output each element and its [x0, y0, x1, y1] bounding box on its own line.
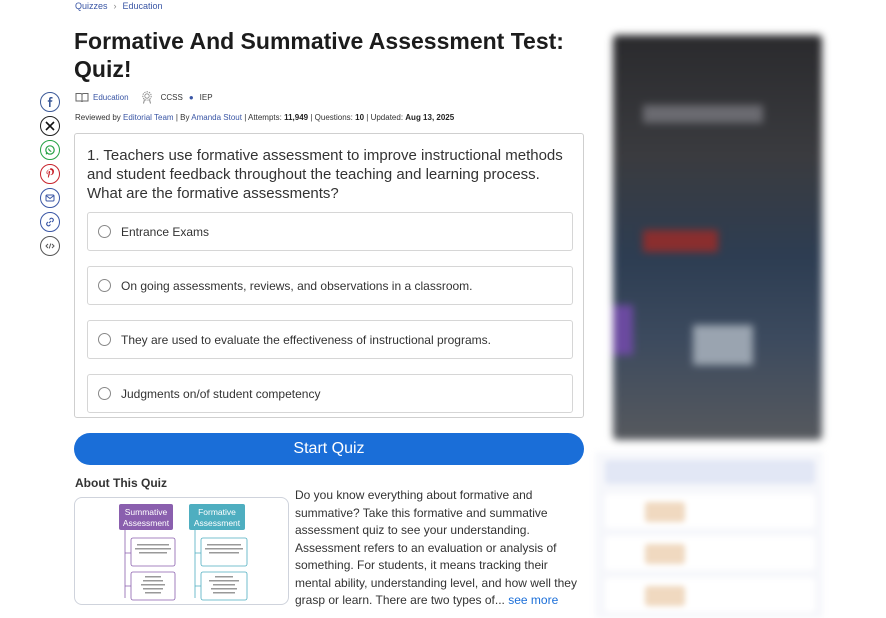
quiz-tags: Education CCSS ● IEP [75, 90, 213, 104]
radio-button[interactable] [98, 279, 111, 292]
page-title: Formative And Summative Assessment Test:… [74, 28, 564, 82]
blurred-related-quizzes [595, 452, 823, 618]
questions-count: 10 [355, 113, 365, 122]
pinterest-share-button[interactable] [40, 164, 60, 184]
updated-date: Aug 13, 2025 [405, 113, 455, 122]
by-prefix: | By [175, 113, 190, 122]
about-text: Do you know everything about formative a… [295, 488, 577, 607]
radio-button[interactable] [98, 333, 111, 346]
author-link[interactable]: Amanda Stout [191, 113, 242, 122]
answer-option-label: Entrance Exams [121, 224, 210, 239]
book-icon [75, 92, 89, 102]
email-icon [45, 194, 55, 202]
radio-button[interactable] [98, 225, 111, 238]
see-more-link[interactable]: see more [508, 593, 558, 607]
category-link[interactable]: Education [93, 93, 129, 102]
breadcrumb-link-education[interactable]: Education [123, 1, 163, 11]
x-share-button[interactable] [40, 116, 60, 136]
blurred-ad-panel[interactable] [613, 35, 822, 440]
about-description: Do you know everything about formative a… [295, 487, 582, 610]
answer-option-label: They are used to evaluate the effectiven… [121, 332, 491, 347]
updated-label: | Updated: [366, 113, 404, 122]
summative-header-line1: Summative [125, 507, 168, 517]
answer-option-2[interactable]: On going assessments, reviews, and obser… [87, 266, 573, 305]
reviewed-prefix: Reviewed by [75, 113, 121, 122]
breadcrumb-separator: › [113, 1, 117, 11]
x-icon [45, 121, 55, 131]
answer-option-3[interactable]: They are used to evaluate the effectiven… [87, 320, 573, 359]
share-bar [40, 92, 60, 256]
quiz-cover-image[interactable]: Summative Assessment Formative Assessmen… [74, 497, 289, 605]
attempts-label: | Attempts: [244, 113, 282, 122]
start-quiz-button[interactable]: Start Quiz [74, 433, 584, 465]
whatsapp-icon [45, 145, 55, 155]
breadcrumb: Quizzes › Education [75, 1, 163, 11]
pinterest-icon [46, 168, 54, 178]
answer-option-label: Judgments on/of student competency [121, 386, 321, 401]
radio-button[interactable] [98, 387, 111, 400]
facebook-icon [47, 97, 53, 107]
formative-header-line2: Assessment [194, 518, 241, 528]
badge-icon [141, 91, 152, 104]
copy-link-button[interactable] [40, 212, 60, 232]
facebook-share-button[interactable] [40, 92, 60, 112]
about-heading: About This Quiz [75, 476, 167, 490]
questions-label: | Questions: [310, 113, 353, 122]
formative-header-line1: Formative [198, 507, 236, 517]
question-text: 1. Teachers use formative assessment to … [87, 147, 563, 202]
tag-ccss[interactable]: CCSS [161, 93, 183, 102]
summative-header-line2: Assessment [123, 518, 170, 528]
embed-icon [45, 243, 55, 249]
email-share-button[interactable] [40, 188, 60, 208]
breadcrumb-link-quizzes[interactable]: Quizzes [75, 1, 108, 11]
question-card: 1. Teachers use formative assessment to … [74, 133, 584, 418]
tag-iep[interactable]: IEP [200, 93, 213, 102]
assessment-diagram: Summative Assessment Formative Assessmen… [119, 504, 248, 601]
tag-separator-dot: ● [188, 92, 194, 102]
answer-option-4[interactable]: Judgments on/of student competency [87, 374, 573, 413]
reviewer-link[interactable]: Editorial Team [123, 113, 174, 122]
whatsapp-share-button[interactable] [40, 140, 60, 160]
answer-option-1[interactable]: Entrance Exams [87, 212, 573, 251]
embed-button[interactable] [40, 236, 60, 256]
link-icon [46, 217, 54, 227]
attempts-count: 11,949 [284, 113, 309, 122]
quiz-meta-line: Reviewed by Editorial Team | By Amanda S… [75, 113, 454, 122]
answer-option-label: On going assessments, reviews, and obser… [121, 278, 473, 293]
